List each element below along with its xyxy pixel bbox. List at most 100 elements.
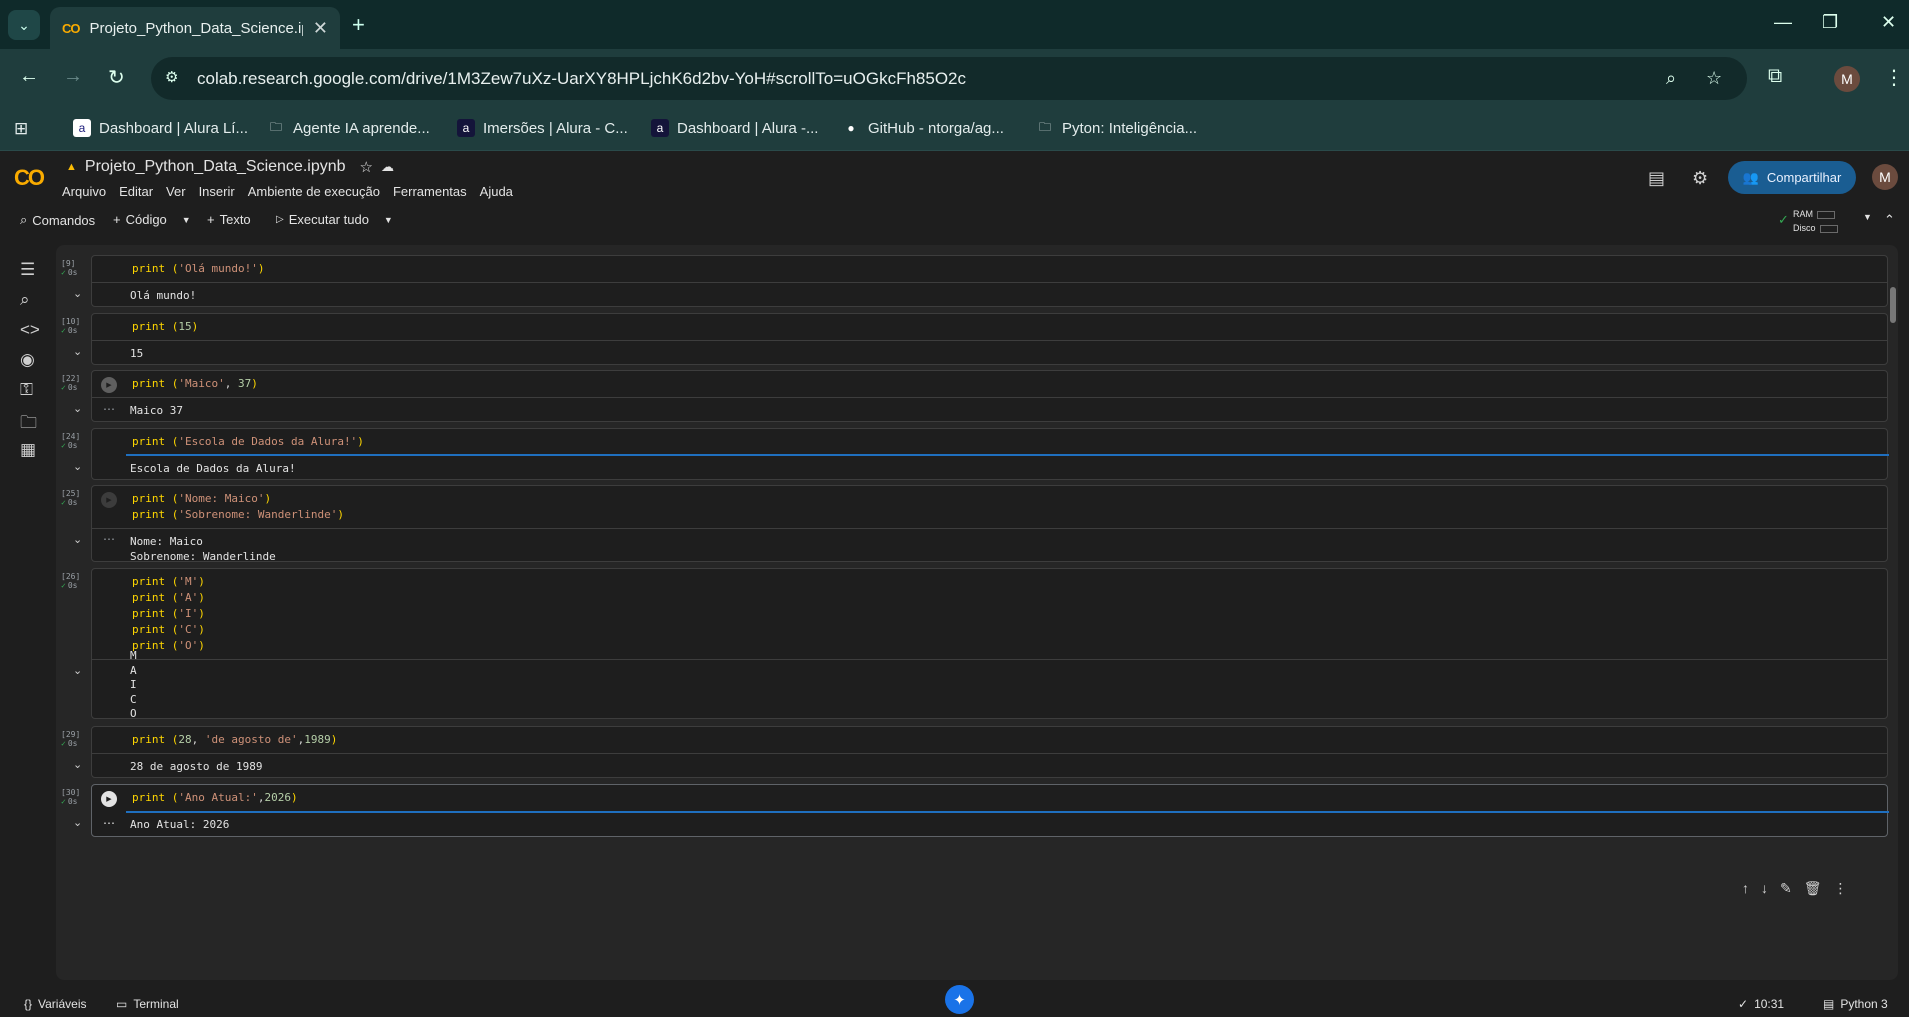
bookmark-item[interactable]: a Dashboard | Alura -...: [651, 119, 818, 137]
code-line[interactable]: print ('M') print ('A') print ('I') prin…: [132, 574, 205, 654]
chevron-down-icon[interactable]: ▼: [384, 215, 393, 225]
code-cell[interactable]: [22] ✓ 0s ▶ print ('Maico', 37) ⌄ ⋯ Maico …: [61, 370, 1888, 422]
bookmark-star-icon[interactable]: ☆: [1706, 68, 1722, 89]
code-line[interactable]: print ('Ano Atual:',2026): [132, 790, 298, 806]
notebook-scrollbar[interactable]: [1890, 287, 1896, 323]
apps-grid-icon[interactable]: ⊞: [14, 119, 28, 139]
code-cell[interactable]: [24] ✓ 0s print ('Escola de Dados da Alura…: [61, 428, 1889, 480]
output-actions-icon[interactable]: ⋯: [103, 816, 115, 830]
menu-item-ver[interactable]: Ver: [166, 184, 186, 199]
gemini-sparkle-icon[interactable]: ✦: [945, 985, 974, 1014]
bookmark-item[interactable]: ● GitHub - ntorga/ag...: [842, 119, 1004, 137]
menu-item-editar[interactable]: Editar: [119, 184, 153, 199]
code-cell-active[interactable]: [30] ✓ 0s ▶ print ('Ano Atual:',2026) ⌄ ⋯ …: [61, 784, 1889, 837]
move-up-icon[interactable]: ↑: [1742, 880, 1749, 897]
menu-item-ajuda[interactable]: Ajuda: [480, 184, 513, 199]
runtime-info[interactable]: ▤ Python 3: [1823, 997, 1888, 1011]
new-tab-button[interactable]: +: [352, 12, 365, 38]
add-code-button[interactable]: + Código ▼: [113, 212, 191, 227]
code-cell[interactable]: [29] ✓ 0s print (28, 'de agosto de',1989) …: [61, 726, 1888, 778]
collapse-output-icon[interactable]: ⌄: [73, 758, 82, 771]
code-cell[interactable]: [25] ✓ 0s ▶ print ('Nome: Maico') print ('…: [61, 485, 1888, 563]
colab-logo[interactable]: CO: [14, 165, 45, 191]
minimize-icon[interactable]: —: [1774, 12, 1792, 33]
alura-icon: a: [73, 119, 91, 137]
resource-monitor[interactable]: RAM Disco: [1793, 207, 1838, 235]
code-cell[interactable]: [26] ✓ 0s print ('M') print ('A') print ('…: [61, 568, 1888, 721]
menu-item-inserir[interactable]: Inserir: [199, 184, 235, 199]
forward-icon[interactable]: →: [63, 65, 83, 88]
tab-search-button[interactable]: ⌄: [8, 10, 40, 40]
collapse-output-icon[interactable]: ⌄: [73, 345, 82, 358]
code-cell[interactable]: [10] ✓ 0s print (15) ⌄ 15: [61, 313, 1888, 365]
add-text-button[interactable]: + Texto: [207, 212, 251, 227]
collapse-output-icon[interactable]: ⌄: [73, 816, 82, 829]
user-avatar[interactable]: M: [1872, 164, 1898, 190]
files-folder-icon[interactable]: 🗀: [20, 410, 37, 439]
restore-icon[interactable]: ❐: [1822, 12, 1838, 33]
runtime-dropdown-icon[interactable]: ▼: [1863, 212, 1872, 222]
code-line[interactable]: print ('Olá mundo!'): [132, 261, 264, 277]
back-icon[interactable]: ←: [19, 65, 39, 88]
code-line[interactable]: print (15): [132, 319, 198, 335]
code-line[interactable]: print ('Maico', 37): [132, 376, 258, 392]
delete-icon[interactable]: 🗑: [1804, 880, 1822, 897]
commands-button[interactable]: ⌕ Comandos: [20, 212, 95, 228]
find-replace-icon[interactable]: ⌕: [20, 290, 30, 310]
cell-output: Maico 37: [130, 404, 183, 417]
share-button[interactable]: 👥 Compartilhar: [1728, 161, 1856, 194]
secrets-key-icon[interactable]: ⚿: [20, 380, 33, 400]
output-actions-icon[interactable]: ⋯: [103, 402, 115, 416]
profile-avatar[interactable]: M: [1834, 66, 1860, 92]
run-all-button[interactable]: ▷ Executar tudo ▼: [276, 212, 393, 227]
close-tab-icon[interactable]: ✕: [313, 18, 328, 39]
bookmark-item[interactable]: a Imersões | Alura - C...: [457, 119, 628, 137]
address-bar[interactable]: ⚙ colab.research.google.com/drive/1M3Zew…: [151, 57, 1747, 100]
terminal-button[interactable]: ▭ Terminal: [116, 997, 179, 1011]
collapse-output-icon[interactable]: ⌄: [73, 533, 82, 546]
more-menu-icon[interactable]: ⋮: [1884, 65, 1904, 90]
execution-count: [30] ✓ 0s: [61, 788, 81, 806]
bookmark-folder[interactable]: 🗀 Pyton: Inteligência...: [1036, 119, 1197, 137]
code-line[interactable]: print ('Nome: Maico') print ('Sobrenome:…: [132, 491, 344, 523]
zoom-icon[interactable]: ⌕: [1666, 68, 1676, 89]
more-options-icon[interactable]: ⋮: [1834, 880, 1848, 897]
chevron-down-icon[interactable]: ▼: [182, 215, 191, 225]
code-line[interactable]: print ('Escola de Dados da Alura!'): [132, 434, 364, 450]
move-down-icon[interactable]: ↓: [1761, 880, 1768, 897]
collapse-output-icon[interactable]: ⌄: [73, 460, 82, 473]
star-icon[interactable]: ☆: [360, 158, 373, 176]
menu-item-arquivo[interactable]: Arquivo: [62, 184, 106, 199]
bookmark-item[interactable]: a Dashboard | Alura Lí...: [73, 119, 248, 137]
last-run-status[interactable]: ✓ 10:31: [1738, 997, 1784, 1011]
menu-item-ferramentas[interactable]: Ferramentas: [393, 184, 467, 199]
notebook-title[interactable]: Projeto_Python_Data_Science.ipynb: [85, 158, 346, 176]
variables-inspector-icon[interactable]: ◉: [20, 350, 35, 370]
collapse-output-icon[interactable]: ⌄: [73, 287, 82, 300]
menu-item-ambiente[interactable]: Ambiente de execução: [248, 184, 380, 199]
extensions-icon[interactable]: ⧉: [1768, 65, 1782, 88]
output-actions-icon[interactable]: ⋯: [103, 532, 115, 546]
browser-tab-active[interactable]: CO Projeto_Python_Data_Science.ip ✕: [50, 7, 340, 49]
code-snippets-icon[interactable]: <>: [20, 320, 40, 340]
run-cell-button[interactable]: ▶: [101, 377, 117, 393]
site-info-icon[interactable]: ⚙: [165, 68, 178, 86]
cloud-saved-icon[interactable]: ☁: [381, 159, 394, 175]
toc-icon[interactable]: ☰: [20, 260, 35, 280]
code-cell[interactable]: [9] ✓ 0s print ('Olá mundo!') ⌄ Olá mundo!: [61, 255, 1888, 307]
collapse-header-icon[interactable]: ⌃: [1884, 212, 1895, 228]
run-cell-button[interactable]: ▶: [101, 791, 117, 807]
settings-gear-icon[interactable]: ⚙: [1692, 168, 1708, 189]
variables-button[interactable]: {} Variáveis: [24, 997, 86, 1011]
bookmark-folder[interactable]: 🗀 Agente IA aprende...: [267, 119, 430, 137]
close-window-icon[interactable]: ✕: [1881, 12, 1896, 33]
cell-output: M A I C O: [130, 649, 137, 721]
data-table-icon[interactable]: ▦: [20, 440, 36, 460]
collapse-output-icon[interactable]: ⌄: [73, 664, 82, 677]
comments-icon[interactable]: ▤: [1648, 168, 1665, 189]
code-line[interactable]: print (28, 'de agosto de',1989): [132, 732, 337, 748]
collapse-output-icon[interactable]: ⌄: [73, 402, 82, 415]
reload-icon[interactable]: ↻: [108, 65, 125, 90]
run-cell-button[interactable]: ▶: [101, 492, 117, 508]
edit-magic-icon[interactable]: ✎: [1780, 880, 1792, 897]
